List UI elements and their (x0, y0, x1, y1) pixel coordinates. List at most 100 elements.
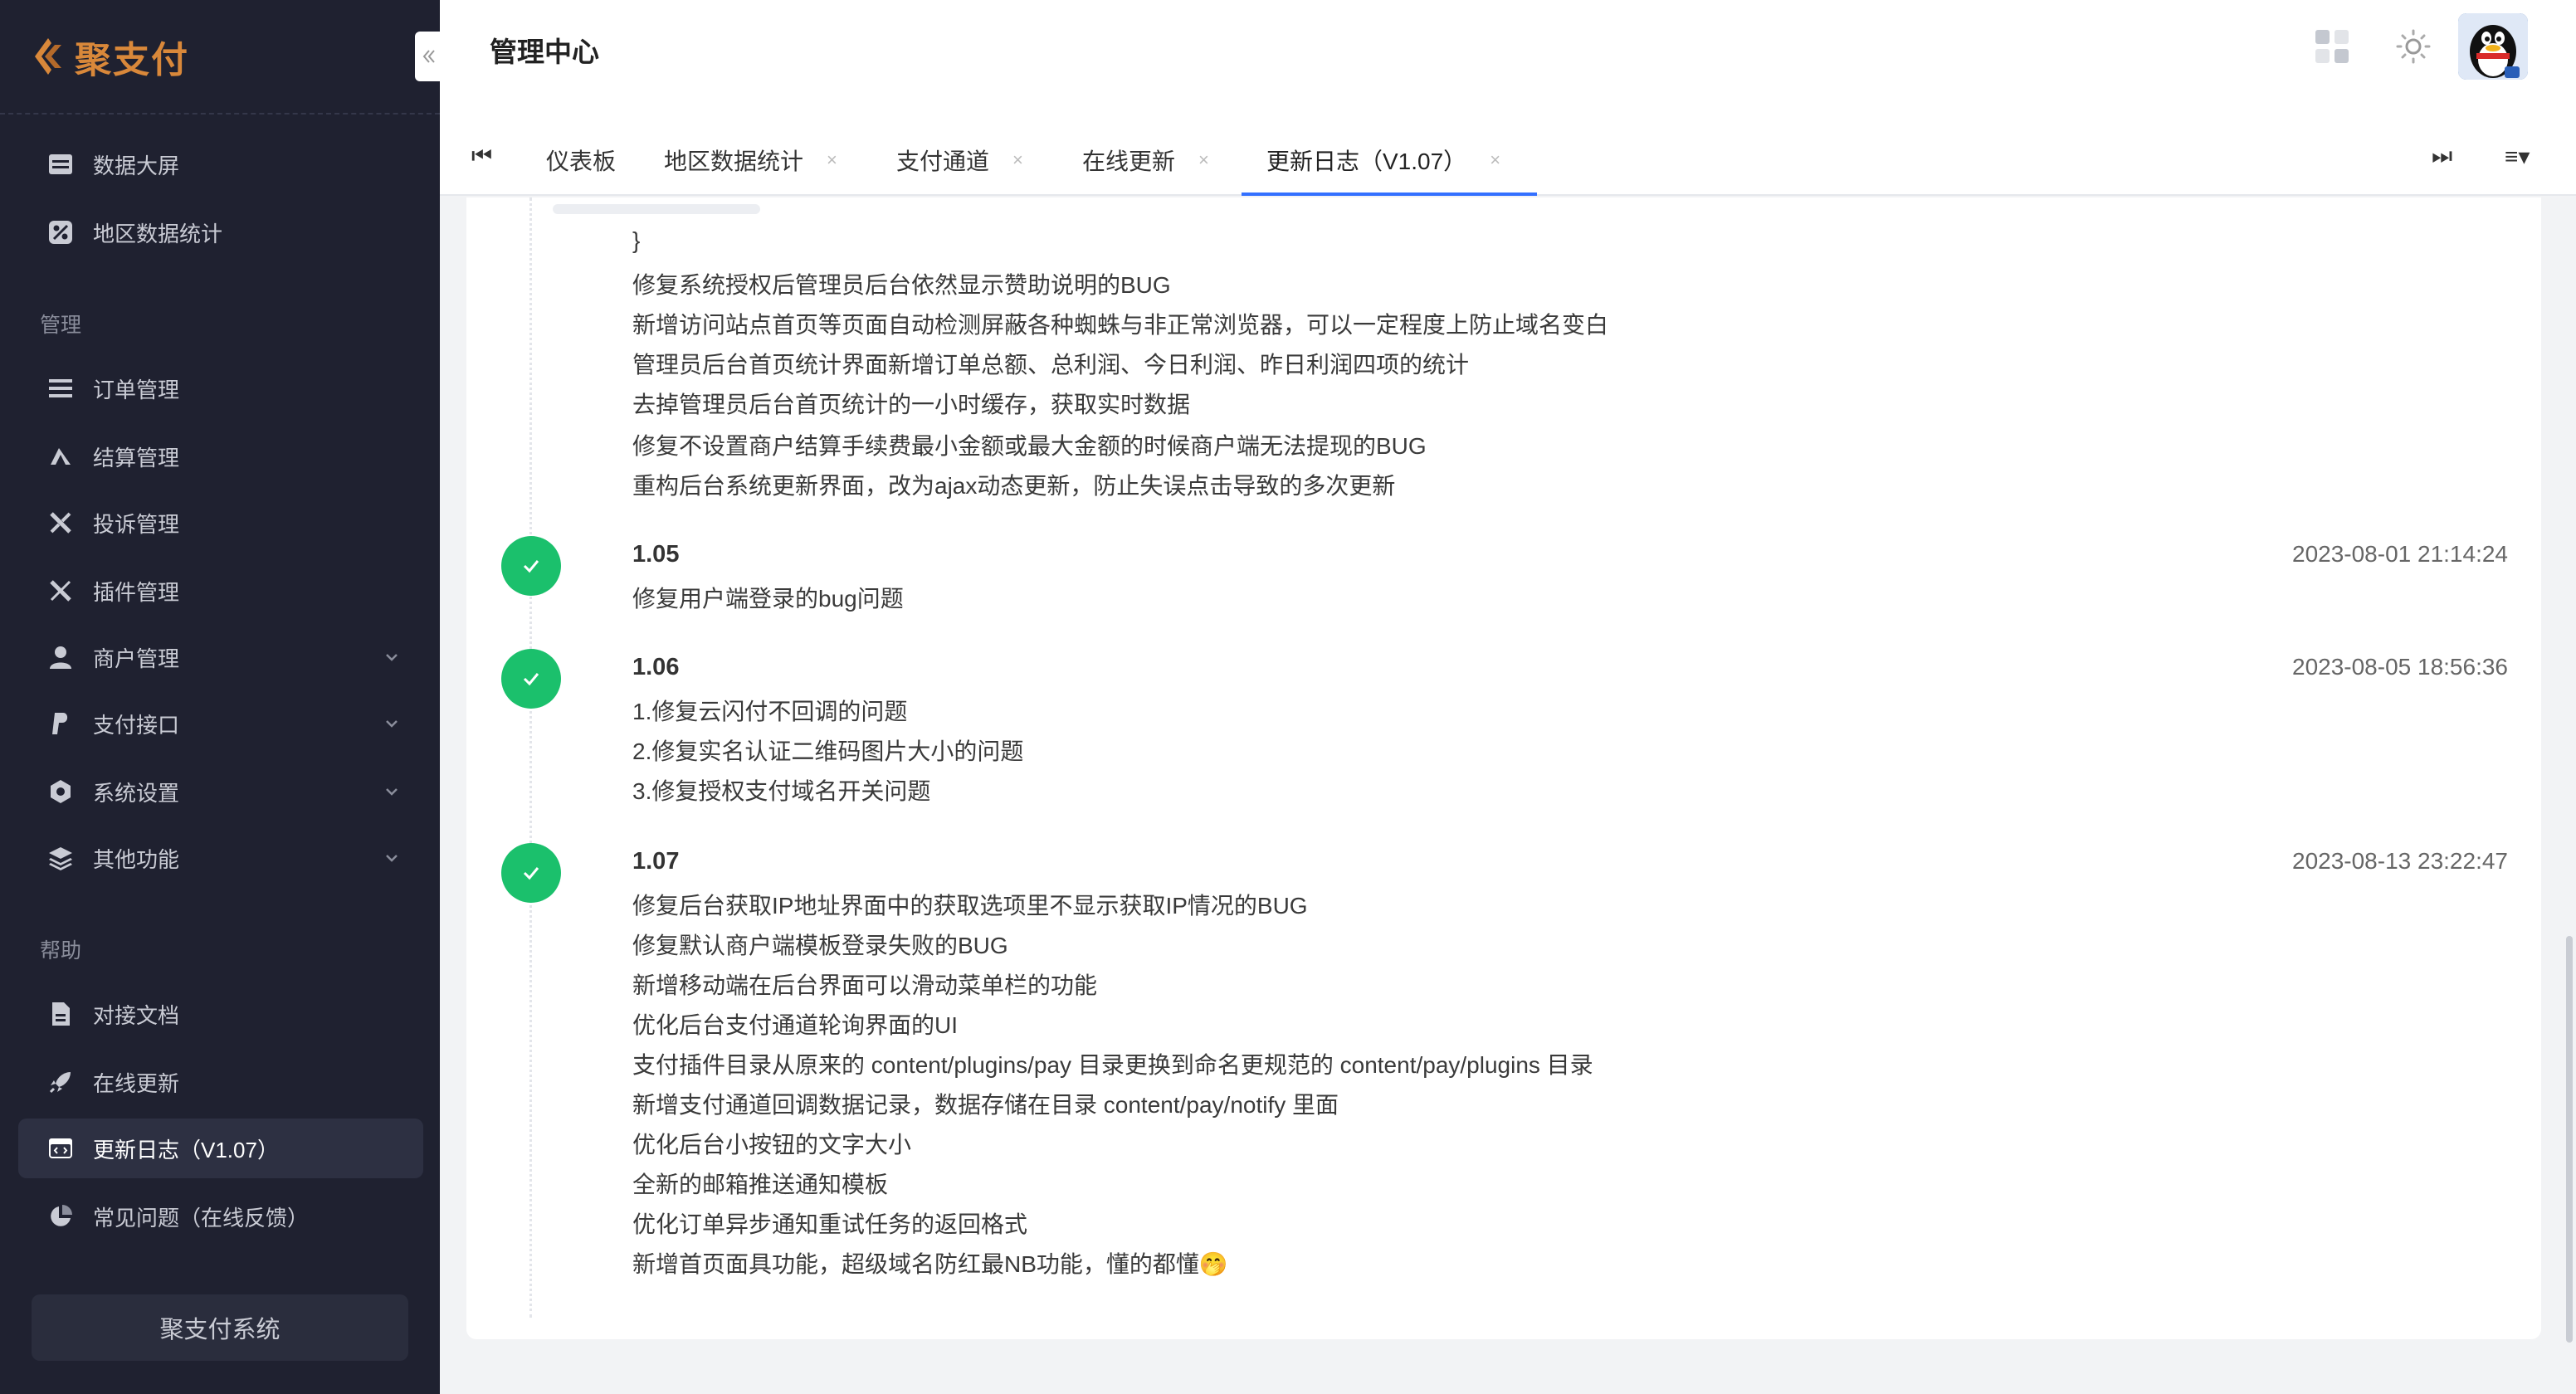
changelog-line: 优化后台小按钮的文字大小 (632, 1132, 912, 1158)
dashboard-icon (46, 150, 75, 178)
tab-bar: ⏮ 仪表板 地区数据统计 × 支付通道 × 在线更新 × 更新日志（V1.07）… (440, 124, 2576, 196)
logo-text: 聚支付 (75, 40, 189, 80)
tab-label: 支付通道 (896, 149, 990, 174)
tools-icon (46, 509, 75, 537)
changelog-line: 修复不设置商户结算手续费最小金额或最大金额的时候商户端无法提现的BUG (632, 433, 1427, 459)
system-button[interactable]: 聚支付系统 (32, 1294, 408, 1361)
sidebar-item-label: 在线更新 (93, 1070, 180, 1096)
close-icon[interactable]: × (1198, 149, 1209, 171)
timeline-line (529, 197, 532, 1318)
changelog-line: 新增移动端在后台界面可以滑动菜单栏的功能 (632, 972, 1098, 998)
apps-grid-icon[interactable] (2310, 25, 2354, 68)
close-icon[interactable]: × (827, 149, 837, 171)
sidebar-item-settlement[interactable]: 结算管理 (18, 426, 423, 486)
avatar-qq-penguin (2458, 13, 2528, 80)
changelog-line: 优化订单异步通知重试任务的返回格式 (632, 1211, 1028, 1237)
close-icon[interactable]: × (1012, 149, 1023, 171)
sidebar-item-label: 地区数据统计 (93, 221, 223, 246)
vertical-scrollbar[interactable] (2566, 936, 2573, 1343)
paypal-icon (46, 709, 75, 738)
chevron-down-icon[interactable] (382, 848, 402, 868)
tab-menu-button[interactable]: ≡▾ (2505, 143, 2530, 170)
chevron-down-icon[interactable] (382, 782, 402, 802)
sidebar-item-label: 其他功能 (93, 846, 180, 872)
changelog-line: 全新的邮箱推送通知模板 (632, 1172, 889, 1197)
sidebar-item-system-settings[interactable]: 系统设置 (18, 762, 423, 821)
sidebar-item-label: 更新日志（V1.07） (93, 1137, 279, 1162)
section-label-help: 帮助 (40, 939, 82, 963)
rocket-icon (46, 1068, 75, 1096)
tab-label: 地区数据统计 (664, 149, 804, 174)
sidebar-item-complaints[interactable]: 投诉管理 (18, 493, 423, 553)
tab-dashboard[interactable]: 仪表板 (546, 124, 616, 196)
layers-icon (46, 844, 75, 872)
document-icon (46, 1000, 75, 1028)
percent-icon (46, 218, 75, 246)
sidebar-item-changelog[interactable]: 更新日志（V1.07） (18, 1119, 423, 1178)
changelog-line: 修复系统授权后管理员后台依然显示赞助说明的BUG (632, 272, 1171, 298)
sidebar-item-orders[interactable]: 订单管理 (18, 358, 423, 418)
version-number: 1.05 (632, 541, 680, 568)
sidebar-collapse-button[interactable] (415, 32, 443, 81)
changelog-line: 去掉管理员后台首页统计的一小时缓存，获取实时数据 (632, 392, 1191, 417)
code-window-icon (46, 1134, 75, 1162)
chevron-down-icon[interactable] (382, 714, 402, 734)
sidebar-item-payment-api[interactable]: 支付接口 (18, 694, 423, 753)
sidebar-item-label: 投诉管理 (93, 511, 180, 537)
section-label-manage: 管理 (40, 314, 82, 337)
version-number: 1.07 (632, 848, 680, 875)
changelog-line: 优化后台支付通道轮询界面的UI (632, 1012, 959, 1038)
sidebar-item-online-update[interactable]: 在线更新 (18, 1052, 423, 1112)
changelog-card: } 修复系统授权后管理员后台依然显示赞助说明的BUG 新增访问站点首页等页面自动… (466, 197, 2541, 1339)
logo-icon (35, 38, 61, 75)
sidebar-item-other-functions[interactable]: 其他功能 (18, 828, 423, 888)
chevron-down-icon[interactable] (382, 647, 402, 667)
sidebar-item-faq[interactable]: 常见问题（在线反馈） (18, 1187, 423, 1246)
sidebar-item-merchants[interactable]: 商户管理 (18, 627, 423, 687)
release-date: 2023-08-13 23:22:47 (2292, 848, 2508, 874)
horizontal-scrollbar[interactable] (553, 204, 760, 214)
changelog-line: 2.修复实名认证二维码图片大小的问题 (632, 738, 1024, 764)
tab-label: 仪表板 (546, 149, 617, 174)
tab-scroll-first-button[interactable]: ⏮ (471, 143, 492, 170)
tab-label: 在线更新 (1082, 149, 1176, 174)
sidebar-item-data-screen[interactable]: 数据大屏 (18, 134, 423, 194)
sidebar-item-label: 插件管理 (93, 579, 180, 605)
tab-changelog[interactable]: 更新日志（V1.07） × (1266, 124, 1500, 196)
sidebar-item-label: 数据大屏 (93, 153, 180, 178)
tab-payment-channel[interactable]: 支付通道 × (896, 124, 1023, 196)
tab-region-stats[interactable]: 地区数据统计 × (664, 124, 837, 196)
close-icon[interactable]: × (1490, 149, 1500, 171)
page-title: 管理中心 (490, 37, 599, 67)
changelog-line: 新增访问站点首页等页面自动检测屏蔽各种蜘蛛与非正常浏览器，可以一定程度上防止域名… (632, 312, 1609, 338)
sidebar-item-label: 订单管理 (93, 377, 180, 402)
chevrons-left-icon (422, 50, 435, 63)
logo[interactable]: 聚支付 (0, 0, 440, 115)
release-date: 2023-08-01 21:14:24 (2292, 541, 2508, 567)
sidebar-item-label: 常见问题（在线反馈） (93, 1205, 310, 1231)
list-icon (46, 374, 75, 402)
changelog-line: 新增首页面具功能，超级域名防红最NB功能，懂的都懂🤭 (632, 1251, 1228, 1277)
sidebar-item-plugins[interactable]: 插件管理 (18, 561, 423, 621)
changelog-line: 新增支付通道回调数据记录，数据存储在目录 content/pay/notify … (632, 1092, 1339, 1118)
changelog-line: 支付插件目录从原来的 content/plugins/pay 目录更换到命名更规… (632, 1052, 1593, 1078)
tab-online-update[interactable]: 在线更新 × (1082, 124, 1209, 196)
sidebar-item-region-stats[interactable]: 地区数据统计 (18, 202, 423, 262)
changelog-line: 修复后台获取IP地址界面中的获取选项里不显示获取IP情况的BUG (632, 893, 1308, 919)
theme-sun-icon[interactable] (2392, 25, 2435, 68)
tab-scroll-last-button[interactable]: ⏭ (2432, 143, 2452, 170)
settings-icon (46, 777, 75, 806)
changelog-line: } (632, 227, 641, 253)
check-circle-icon (501, 536, 561, 596)
changelog-line: 3.修复授权支付域名开关问题 (632, 778, 931, 804)
sidebar-item-label: 支付接口 (93, 712, 180, 738)
sidebar-item-label: 商户管理 (93, 646, 180, 671)
sidebar-item-label: 系统设置 (93, 780, 180, 806)
changelog-line: 修复用户端登录的bug问题 (632, 586, 904, 612)
sidebar-item-label: 结算管理 (93, 445, 180, 470)
pie-chart-icon (46, 1202, 75, 1231)
header: 管理中心 ⏮ 仪表板 地区数据统计 × 支付通道 × 在线更新 × 更新日志（V… (440, 0, 2576, 196)
changelog-line: 管理员后台首页统计界面新增订单总额、总利润、今日利润、昨日利润四项的统计 (632, 352, 1470, 378)
sidebar-item-api-docs[interactable]: 对接文档 (18, 984, 423, 1044)
avatar[interactable] (2458, 13, 2528, 80)
